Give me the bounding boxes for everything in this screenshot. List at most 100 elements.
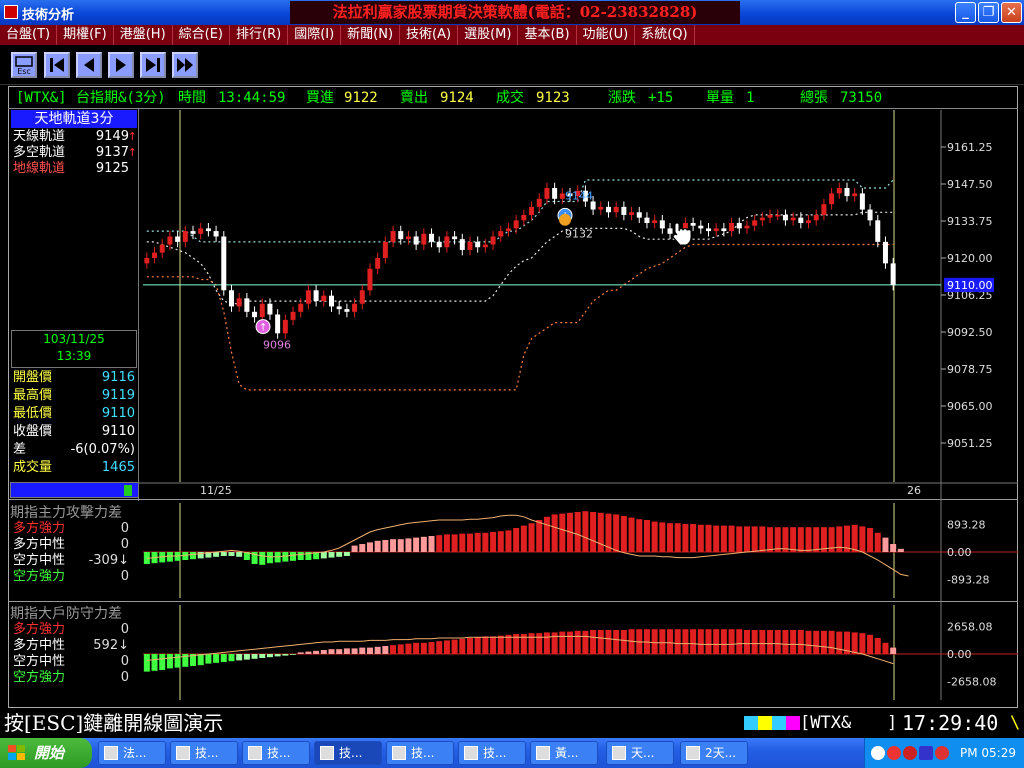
force-value: 592↓ [93, 638, 129, 653]
track-value: 9149 [95, 129, 129, 144]
ohlc-row: 最低價 9110 [13, 405, 137, 423]
ohlc-label: 最高價 [13, 388, 53, 403]
menu-item[interactable]: 功能(U) [577, 25, 636, 45]
menu-item[interactable]: 國際(I) [288, 25, 342, 45]
ohlc-value: 9119 [101, 388, 135, 403]
quote-time-label: 時間 [178, 90, 206, 106]
track-label: 地線軌道 [13, 161, 66, 176]
quote-last: 9123 [536, 90, 570, 106]
ohlc-label: 差 [13, 442, 27, 457]
close-button[interactable]: ✕ [1001, 2, 1022, 23]
minimize-button[interactable]: _ [955, 2, 976, 23]
play-icon [116, 58, 126, 72]
force-value: 0 [120, 654, 129, 669]
quote-name: 台指期&(3分) [76, 90, 166, 106]
maximize-button[interactable]: ❐ [978, 2, 999, 23]
chart-scrollbar[interactable] [10, 482, 139, 498]
force-row: 空方中性 -309↓ [10, 553, 139, 569]
force-label: 空方中性 [13, 654, 66, 669]
ohlc-row: 差 -6(0.07%) [13, 441, 137, 459]
attack-panel: 期指主力攻擊力差 多方強力 0 多方中性 0 空方中性 -309↓ 空方強力 0 [10, 505, 139, 585]
menu-item[interactable]: 港盤(H) [114, 25, 173, 45]
menu-item[interactable]: 技術(A) [400, 25, 459, 45]
window-icon [320, 746, 334, 760]
esc-icon: Esc [15, 56, 33, 76]
window-icon [612, 746, 626, 760]
taskbar-button[interactable]: 天... [606, 741, 674, 765]
menu-item[interactable]: 系統(Q) [635, 25, 695, 45]
ohlc-value: 9110 [101, 424, 135, 439]
taskbar-button[interactable]: 技... [314, 741, 382, 765]
taskbar-button-label: 技... [483, 746, 507, 760]
tray-icon[interactable] [935, 746, 949, 760]
track-value: 9125 [95, 161, 129, 176]
taskbar-button[interactable]: 技... [386, 741, 454, 765]
window-icon [464, 746, 478, 760]
taskbar-button[interactable]: 黃... [530, 741, 598, 765]
color-chip [772, 716, 786, 730]
menu-bar: 台盤(T) 期權(F) 港盤(H) 綜合(E) 排行(R) 國際(I) 新聞(N) 技術(A)… [0, 25, 1024, 45]
menu-item[interactable]: 期權(F) [57, 25, 114, 45]
window-titlebar[interactable]: 技術分析 法拉利贏家股票期貨決策軟體(電話：02-23832828) _ ❐ ✕ [0, 0, 1024, 25]
quote-vol: 1 [746, 90, 755, 106]
taskbar-button[interactable]: 技... [242, 741, 310, 765]
skip-first-icon [50, 58, 64, 72]
fast-forward-button[interactable] [172, 52, 198, 78]
tray-icon[interactable] [887, 746, 901, 760]
tray-icon[interactable] [919, 746, 933, 760]
force-value: 0 [120, 670, 129, 685]
taskbar-button-label: 技... [195, 746, 219, 760]
quote-total: 73150 [840, 90, 883, 106]
indicator-title: 天地軌道3分 [11, 110, 137, 128]
menu-item[interactable]: 基本(B) [518, 25, 577, 45]
track-label: 天線軌道 [13, 129, 66, 144]
svg-text:Esc: Esc [17, 67, 31, 76]
force-label: 多方強力 [13, 622, 66, 637]
taskbar-button[interactable]: 法... [98, 741, 166, 765]
ohlc-value: -6(0.07%) [70, 442, 135, 457]
quote-bid: 9122 [344, 90, 378, 106]
prev-button[interactable] [76, 52, 102, 78]
scroll-thumb[interactable] [124, 485, 132, 496]
menu-item[interactable]: 台盤(T) [0, 25, 58, 45]
window-icon [104, 746, 118, 760]
esc-button[interactable]: Esc [11, 52, 37, 78]
force-label: 空方強力 [13, 569, 66, 584]
defense-panel: 期指大戶防守力差 多方強力 0 多方中性 592↓ 空方中性 0 空方強力 0 [10, 606, 139, 686]
taskbar: 開始 法... 技... 技... 技... 技... 技... 黃... 天... 2天...… [0, 738, 1024, 768]
menu-item[interactable]: 排行(R) [230, 25, 289, 45]
force-label: 空方中性 [13, 553, 66, 568]
ohlc-label: 最低價 [13, 406, 53, 421]
taskbar-button-label: 黃... [555, 746, 579, 760]
ohlc-label: 成交量 [13, 460, 53, 475]
force-label: 空方強力 [13, 670, 66, 685]
menu-item[interactable]: 新聞(N) [341, 25, 401, 45]
menu-item[interactable]: 綜合(E) [173, 25, 230, 45]
taskbar-button-label: 技... [411, 746, 435, 760]
first-button[interactable] [44, 52, 70, 78]
start-button[interactable]: 開始 [0, 738, 92, 768]
taskbar-button[interactable]: 技... [170, 741, 238, 765]
start-label: 開始 [34, 744, 65, 762]
ohlc-label: 收盤價 [13, 424, 53, 439]
taskbar-button[interactable]: 技... [458, 741, 526, 765]
force-row: 空方中性 0 [10, 654, 139, 670]
tray-icon[interactable] [871, 746, 885, 760]
status-clock: 17:29:40 [902, 711, 999, 735]
bar-date: 103/11/25 [43, 332, 105, 346]
next-button[interactable] [108, 52, 134, 78]
menu-item[interactable]: 選股(M) [458, 25, 519, 45]
taskbar-button[interactable]: 2天... [680, 741, 748, 765]
force-value: 0 [120, 622, 129, 637]
track-label: 多空軌道 [13, 145, 66, 160]
force-value: -309↓ [88, 553, 129, 568]
quote-change: +15 [648, 90, 674, 106]
last-button[interactable] [140, 52, 166, 78]
ohlc-row: 收盤價 9110 [13, 423, 137, 441]
tray-icon[interactable] [903, 746, 917, 760]
fast-forward-icon [177, 58, 193, 72]
color-chip [786, 716, 800, 730]
color-chip [744, 716, 758, 730]
force-label: 多方強力 [13, 521, 66, 536]
window-icon [686, 746, 700, 760]
